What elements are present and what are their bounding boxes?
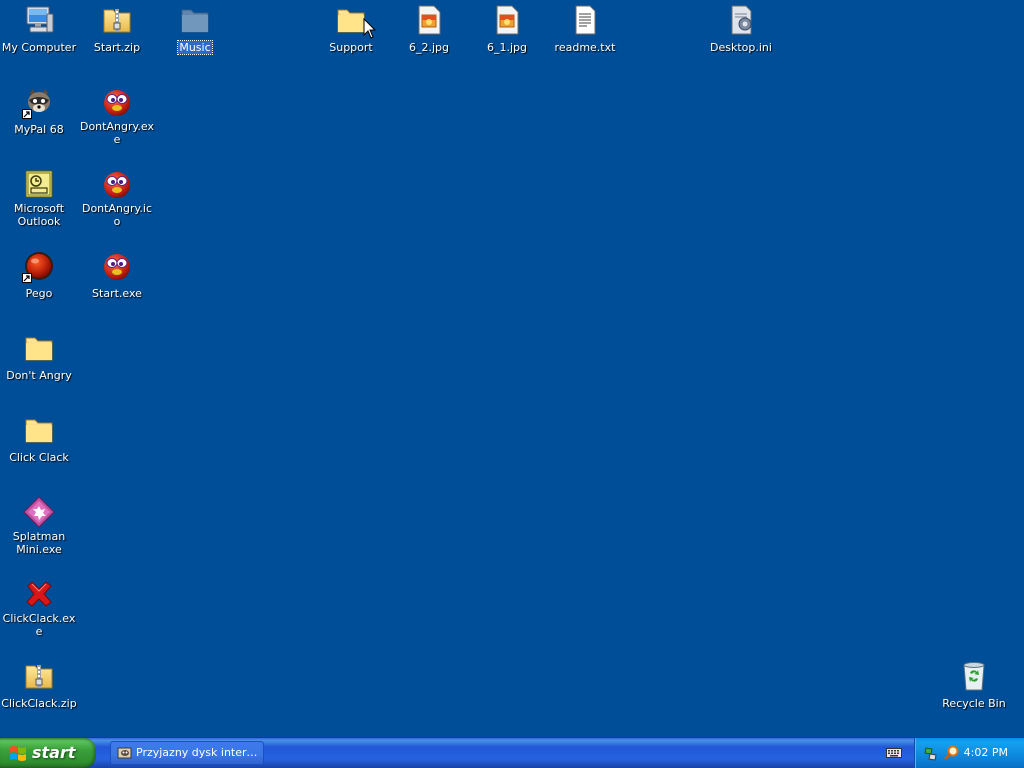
desktop-icon-outlook[interactable]: Microsoft Outlook [0,166,78,229]
folder-icon [179,4,211,36]
icon-label: ClickClack.exe [2,612,76,638]
desktop-icon-music[interactable]: Music [156,2,234,55]
desktop[interactable]: My Computer Start.zip Music Support 6_2.… [0,0,1024,738]
red-ball-icon [101,250,133,282]
clock[interactable]: 4:02 PM [964,738,1008,768]
icon-label: DontAngry.ico [81,202,153,228]
icon-label: Don't Angry [6,369,72,382]
search-icon[interactable] [943,745,959,761]
desktop-icon-clickclack-exe[interactable]: ClickClack.exe [0,576,78,639]
icon-label: Recycle Bin [942,697,1006,710]
start-button[interactable]: start [0,738,96,768]
shortcut-arrow-icon [22,109,32,119]
desktop-icon-desktop-ini[interactable]: Desktop.ini [702,2,780,55]
icon-label: My Computer [1,41,77,54]
desktop-icon-splatman[interactable]: Splatman Mini.exe [0,494,78,557]
desktop-icon-dontangry-exe[interactable]: DontAngry.exe [78,84,156,147]
taskbar: start Przyjazny dysk intern... 4:02 PM [0,737,1024,768]
jpg-file-icon [491,4,523,36]
mouse-cursor-icon [363,17,377,40]
recycle-bin-icon [958,660,990,692]
zip-folder-icon [23,660,55,692]
icon-label: Pego [25,287,53,300]
desktop-icon-readme-txt[interactable]: readme.txt [546,2,624,55]
icon-label: 6_2.jpg [408,41,449,54]
windows-logo-icon [10,746,26,761]
icon-label: Desktop.ini [710,41,772,54]
icon-label: 6_1.jpg [486,41,527,54]
system-tray: 4:02 PM [914,738,1024,768]
icon-label: Start.exe [92,287,142,300]
icon-label: Splatman Mini.exe [12,530,66,556]
desktop-icon-dontangry-ico[interactable]: DontAngry.ico [78,166,156,229]
icon-label: Start.zip [93,41,141,54]
red-ball-icon [101,168,133,200]
taskbar-window-button[interactable]: Przyjazny dysk intern... [110,741,264,765]
icon-label: ClickClack.zip [1,697,77,710]
network-icon[interactable] [923,745,939,761]
icon-label: Click Clack [9,451,69,464]
shortcut-arrow-icon [22,273,32,283]
folder-icon [23,332,55,364]
icon-label: readme.txt [554,41,616,54]
desktop-icon-mypal[interactable]: MyPal 68 [0,84,78,137]
icon-label: Support [329,41,373,54]
taskbar-window-label: Przyjazny dysk intern... [136,746,260,759]
icon-label: Music [177,40,213,55]
desktop-icon-6-2-jpg[interactable]: 6_2.jpg [390,2,468,55]
zip-folder-icon [101,4,133,36]
icon-label: Microsoft Outlook [13,202,65,228]
folder-icon [23,414,55,446]
window-app-icon [117,747,132,759]
desktop-icon-my-computer[interactable]: My Computer [0,2,78,55]
outlook-icon [23,168,55,200]
desktop-icon-support[interactable]: Support [312,2,390,55]
icon-label: DontAngry.exe [79,120,154,146]
desktop-icon-start-zip[interactable]: Start.zip [78,2,156,55]
red-x-icon [23,578,55,610]
red-ball-icon [101,86,133,118]
desktop-icon-click-clack-folder[interactable]: Click Clack [0,412,78,465]
computer-icon [23,4,55,36]
splatman-icon [23,496,55,528]
desktop-icon-clickclack-zip[interactable]: ClickClack.zip [0,658,78,711]
icon-label: MyPal 68 [14,123,64,136]
desktop-icon-recycle-bin[interactable]: Recycle Bin [935,658,1013,711]
start-label: start [32,743,76,762]
desktop-icon-pego[interactable]: Pego [0,248,78,301]
pego-icon [22,250,55,283]
keyboard-icon[interactable] [886,747,902,759]
ini-file-icon [725,4,757,36]
raccoon-icon [22,86,55,119]
desktop-icon-start-exe[interactable]: Start.exe [78,248,156,301]
desktop-icon-6-1-jpg[interactable]: 6_1.jpg [468,2,546,55]
text-file-icon [569,4,601,36]
desktop-icon-dont-angry-folder[interactable]: Don't Angry [0,330,78,383]
jpg-file-icon [413,4,445,36]
